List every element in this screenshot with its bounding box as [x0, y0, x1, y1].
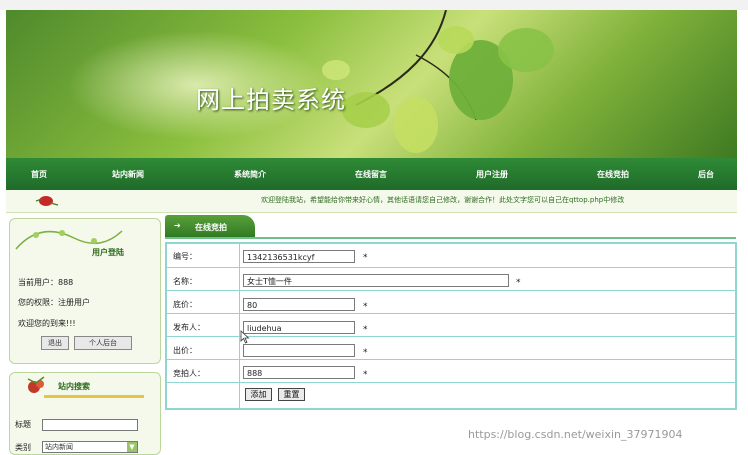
- search-title-underline: [44, 395, 144, 398]
- top-strip: [0, 0, 748, 10]
- search-panel: 站内搜索 标题 类别 站内新闻 ▼: [9, 372, 161, 455]
- bidder-required-mark: *: [363, 370, 368, 380]
- tab-label: 在线竞拍: [195, 223, 227, 232]
- publisher-input[interactable]: liudehua: [243, 321, 355, 334]
- id-label: 编号：: [173, 252, 197, 261]
- form-row-bidder: 竞拍人： 888 *: [167, 359, 735, 383]
- nav-item-admin[interactable]: 后台: [698, 169, 714, 180]
- base-price-required-mark: *: [363, 302, 368, 312]
- tab-online-auction[interactable]: ➔ 在线竞拍: [165, 215, 255, 237]
- publisher-required-mark: *: [363, 325, 368, 335]
- bidder-input[interactable]: 888: [243, 366, 355, 379]
- search-category-label: 类别: [15, 443, 31, 452]
- flower-icon: [35, 196, 59, 206]
- form-row-base-price: 底价： 80 *: [167, 290, 735, 314]
- ticker-bar: 欢迎登陆我站，希望能给你带来好心情，其他话语请您自己修改，谢谢合作！此处文字您可…: [6, 190, 737, 213]
- login-panel: 用户登陆 当前用户：888 您的权限：注册用户 欢迎您的到来!!! 退出 个人后…: [9, 218, 161, 364]
- main-nav: 首页 站内新闻 系统简介 在线留言 用户注册 在线竞拍 后台: [6, 158, 737, 190]
- nav-item-news[interactable]: 站内新闻: [112, 169, 144, 180]
- name-input[interactable]: 女士T恤一件: [243, 274, 509, 287]
- bid-input[interactable]: [243, 344, 355, 357]
- bid-label: 出价：: [173, 346, 197, 355]
- personal-backend-button[interactable]: 个人后台: [74, 336, 132, 350]
- berries-icon: [27, 376, 45, 393]
- name-required-mark: *: [516, 278, 521, 288]
- search-category-value: 站内新闻: [45, 443, 73, 451]
- welcome-text: 欢迎您的到来!!!: [18, 319, 76, 328]
- search-title-input[interactable]: [42, 419, 138, 431]
- search-panel-title: 站内搜索: [58, 382, 90, 391]
- search-title-label: 标题: [15, 420, 31, 429]
- watermark-text: https://blog.csdn.net/weixin_37971904: [468, 428, 683, 441]
- base-price-input[interactable]: 80: [243, 298, 355, 311]
- id-required-mark: *: [363, 253, 368, 263]
- nav-item-auction[interactable]: 在线竞拍: [597, 169, 629, 180]
- form-row-name: 名称： 女士T恤一件 *: [167, 267, 735, 291]
- mouse-cursor-icon: [240, 330, 250, 344]
- banner-title: 网上拍卖系统: [196, 86, 346, 114]
- form-row-actions: 添加 重置: [167, 382, 735, 407]
- ticker-text: 欢迎登陆我站，希望能给你带来好心情，其他话语请您自己修改，谢谢合作！此处文字您可…: [261, 196, 625, 204]
- logout-button[interactable]: 退出: [41, 336, 69, 350]
- bidder-label: 竞拍人：: [173, 369, 205, 378]
- publisher-label: 发布人：: [173, 323, 205, 332]
- tab-underline: [165, 237, 736, 239]
- nav-item-home[interactable]: 首页: [31, 169, 47, 180]
- user-role-text: 您的权限：注册用户: [18, 298, 90, 307]
- id-input[interactable]: 1342136531kcyf: [243, 250, 355, 263]
- nav-item-about[interactable]: 系统简介: [234, 169, 266, 180]
- search-category-select[interactable]: 站内新闻 ▼: [42, 441, 138, 453]
- auction-form: 编号： 1342136531kcyf * 名称： 女士T恤一件 * 底价： 80…: [165, 242, 737, 410]
- arrow-right-icon: ➔: [174, 221, 181, 230]
- nav-item-message[interactable]: 在线留言: [355, 169, 387, 180]
- bid-required-mark: *: [363, 348, 368, 358]
- form-row-id: 编号： 1342136531kcyf *: [167, 244, 735, 267]
- login-panel-title: 用户登陆: [92, 248, 124, 257]
- base-price-label: 底价：: [173, 300, 197, 309]
- form-row-bid: 出价： *: [167, 336, 735, 360]
- leaves-illustration: [322, 10, 554, 153]
- add-button[interactable]: 添加: [245, 388, 272, 401]
- current-user-text: 当前用户：888: [18, 278, 74, 287]
- header-banner: 网上拍卖系统: [6, 10, 737, 158]
- nav-item-register[interactable]: 用户注册: [476, 169, 508, 180]
- form-row-publisher: 发布人： liudehua *: [167, 313, 735, 337]
- chevron-down-icon[interactable]: ▼: [127, 442, 137, 452]
- reset-button[interactable]: 重置: [278, 388, 305, 401]
- name-label: 名称：: [173, 277, 197, 286]
